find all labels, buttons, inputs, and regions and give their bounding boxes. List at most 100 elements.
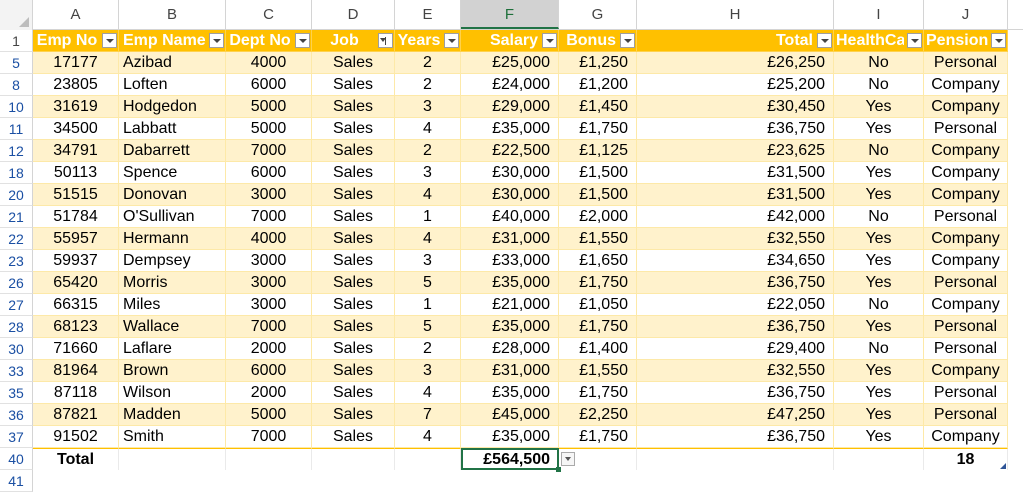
cell-salary[interactable]: £29,000 (461, 96, 559, 118)
row-number[interactable]: 1 (0, 30, 33, 52)
cell-emp-no[interactable]: 55957 (33, 228, 119, 250)
cell-bonus[interactable]: £1,050 (559, 294, 637, 316)
cell-dept-no[interactable]: 6000 (226, 162, 312, 184)
cell-job[interactable]: Sales (312, 426, 395, 448)
cell-emp-name[interactable]: Laflare (119, 338, 226, 360)
cell-salary[interactable]: £45,000 (461, 404, 559, 426)
cell-healthcare[interactable]: Yes (834, 228, 924, 250)
cell-bonus[interactable]: £1,125 (559, 140, 637, 162)
cell-dept-no[interactable]: 7000 (226, 140, 312, 162)
cell-job[interactable]: Sales (312, 206, 395, 228)
filter-dropdown-icon[interactable] (620, 33, 635, 48)
cell-emp-name[interactable]: Hermann (119, 228, 226, 250)
column-header-d[interactable]: D (312, 0, 395, 29)
filter-dropdown-icon[interactable] (817, 33, 832, 48)
cell-dept-no[interactable]: 3000 (226, 294, 312, 316)
cell-years[interactable]: 2 (395, 74, 461, 96)
cell-years[interactable]: 2 (395, 338, 461, 360)
cell-emp-no[interactable]: 91502 (33, 426, 119, 448)
cell-bonus[interactable]: £1,750 (559, 426, 637, 448)
cell-healthcare[interactable]: Yes (834, 426, 924, 448)
cell-dept-no[interactable]: 2000 (226, 382, 312, 404)
empty-cell[interactable] (834, 448, 924, 470)
cell-pension[interactable]: Personal (924, 316, 1008, 338)
cell-job[interactable]: Sales (312, 228, 395, 250)
cell-years[interactable]: 3 (395, 360, 461, 382)
row-number[interactable]: 8 (0, 74, 33, 96)
cell-years[interactable]: 3 (395, 162, 461, 184)
cell-dept-no[interactable]: 6000 (226, 74, 312, 96)
cell-healthcare[interactable]: Yes (834, 162, 924, 184)
cell-emp-no[interactable]: 65420 (33, 272, 119, 294)
cell-dept-no[interactable]: 7000 (226, 316, 312, 338)
cell-total[interactable]: £32,550 (637, 228, 834, 250)
row-number[interactable]: 21 (0, 206, 33, 228)
row-number[interactable]: 20 (0, 184, 33, 206)
cell-total[interactable]: £34,650 (637, 250, 834, 272)
empty-cell[interactable] (226, 448, 312, 470)
cell-emp-name[interactable]: Labbatt (119, 118, 226, 140)
cell-job[interactable]: Sales (312, 382, 395, 404)
cell-pension[interactable]: Personal (924, 404, 1008, 426)
cell-salary[interactable]: £30,000 (461, 184, 559, 206)
cell-salary[interactable]: £35,000 (461, 272, 559, 294)
cell-emp-no[interactable]: 51784 (33, 206, 119, 228)
cell-years[interactable]: 3 (395, 250, 461, 272)
filter-dropdown-icon[interactable] (295, 33, 310, 48)
total-function-dropdown-icon[interactable] (561, 452, 575, 466)
cell-dept-no[interactable]: 4000 (226, 228, 312, 250)
cell-salary[interactable]: £30,000 (461, 162, 559, 184)
cell-salary[interactable]: £31,000 (461, 228, 559, 250)
header-cell-job[interactable]: Job (312, 30, 395, 52)
cell-total[interactable]: £36,750 (637, 272, 834, 294)
column-header-f[interactable]: F (461, 0, 559, 29)
cell-healthcare[interactable]: No (834, 52, 924, 74)
header-cell-bonus[interactable]: Bonus (559, 30, 637, 52)
column-header-e[interactable]: E (395, 0, 461, 29)
column-header-b[interactable]: B (119, 0, 226, 29)
cell-job[interactable]: Sales (312, 272, 395, 294)
cell-years[interactable]: 4 (395, 184, 461, 206)
header-cell-salary[interactable]: Salary (461, 30, 559, 52)
cell-bonus[interactable]: £1,450 (559, 96, 637, 118)
cell-salary[interactable]: £35,000 (461, 316, 559, 338)
cell-emp-name[interactable]: Wallace (119, 316, 226, 338)
cell-healthcare[interactable]: Yes (834, 118, 924, 140)
filter-dropdown-icon[interactable] (209, 33, 224, 48)
cell-dept-no[interactable]: 3000 (226, 250, 312, 272)
cell-salary[interactable]: £25,000 (461, 52, 559, 74)
row-number[interactable]: 18 (0, 162, 33, 184)
header-cell-emp-name[interactable]: Emp Name (119, 30, 226, 52)
cell-job[interactable]: Sales (312, 404, 395, 426)
cell-bonus[interactable]: £1,500 (559, 162, 637, 184)
header-cell-total[interactable]: Total (637, 30, 834, 52)
cell-bonus[interactable]: £1,550 (559, 360, 637, 382)
pension-count-cell[interactable]: 18 (924, 448, 1008, 470)
cell-healthcare[interactable]: Yes (834, 96, 924, 118)
cell-pension[interactable]: Personal (924, 52, 1008, 74)
cell-total[interactable]: £25,200 (637, 74, 834, 96)
cell-bonus[interactable]: £2,000 (559, 206, 637, 228)
cell-emp-name[interactable]: Azibad (119, 52, 226, 74)
cell-dept-no[interactable]: 6000 (226, 360, 312, 382)
cell-job[interactable]: Sales (312, 294, 395, 316)
cell-dept-no[interactable]: 5000 (226, 96, 312, 118)
cell-total[interactable]: £36,750 (637, 382, 834, 404)
cell-pension[interactable]: Personal (924, 118, 1008, 140)
cell-pension[interactable]: Company (924, 294, 1008, 316)
cell-emp-no[interactable]: 71660 (33, 338, 119, 360)
cell-healthcare[interactable]: Yes (834, 360, 924, 382)
row-number[interactable]: 28 (0, 316, 33, 338)
cell-pension[interactable]: Personal (924, 206, 1008, 228)
filter-dropdown-icon[interactable] (907, 33, 922, 48)
cell-pension[interactable]: Personal (924, 338, 1008, 360)
cell-pension[interactable]: Company (924, 228, 1008, 250)
cell-bonus[interactable]: £1,650 (559, 250, 637, 272)
cell-job[interactable]: Sales (312, 52, 395, 74)
cell-total[interactable]: £32,550 (637, 360, 834, 382)
row-number[interactable]: 30 (0, 338, 33, 360)
cell-total[interactable]: £36,750 (637, 426, 834, 448)
empty-cell[interactable] (119, 448, 226, 470)
cell-total[interactable]: £22,050 (637, 294, 834, 316)
cell-healthcare[interactable]: Yes (834, 404, 924, 426)
